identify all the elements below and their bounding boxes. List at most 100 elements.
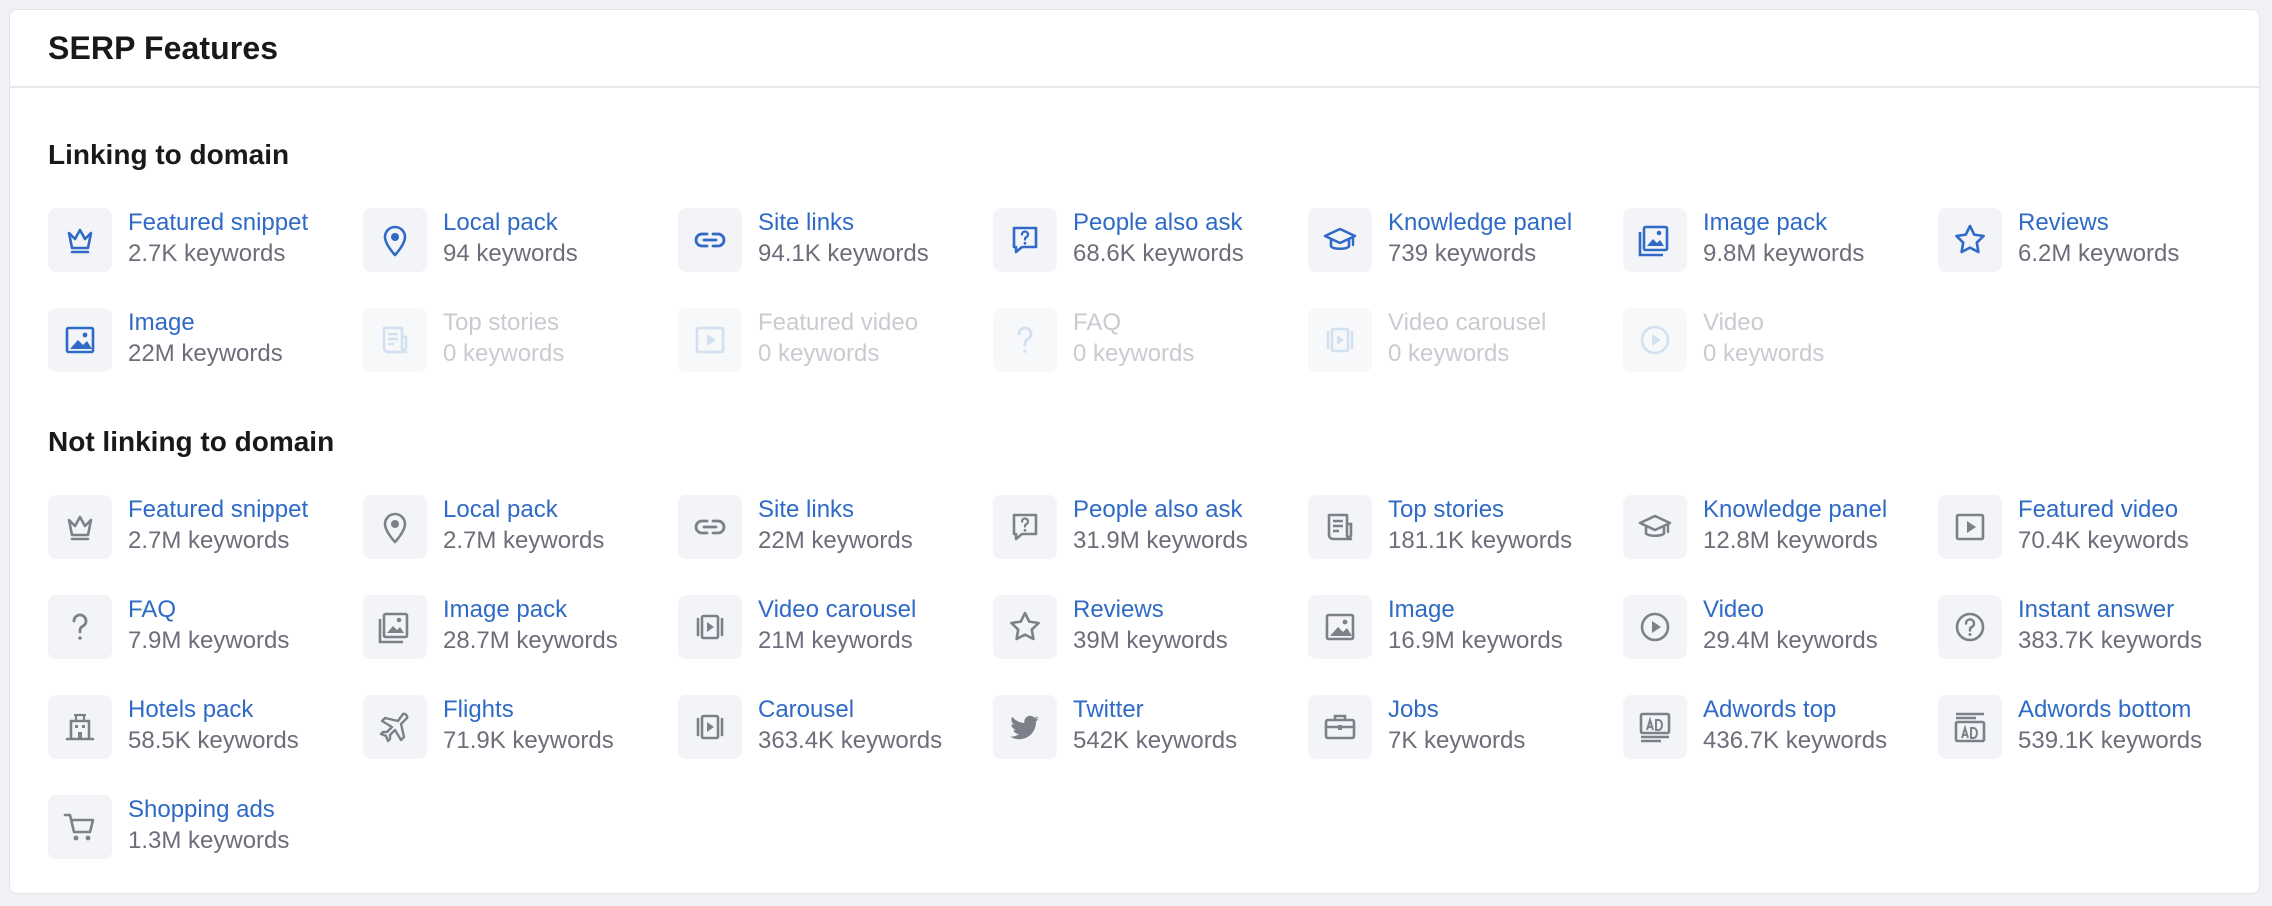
serp-feature-item[interactable]: Instant answer 383.7K keywords [1938, 595, 2253, 695]
feature-text: Video carousel 21M keywords [758, 595, 916, 657]
serp-feature-item[interactable]: Image pack 9.8M keywords [1623, 208, 1938, 308]
feature-name-link[interactable]: Featured snippet [128, 208, 308, 238]
serp-feature-item[interactable]: Carousel 363.4K keywords [678, 695, 993, 795]
feature-text: Knowledge panel 12.8M keywords [1703, 495, 1887, 557]
feature-name-link[interactable]: Adwords top [1703, 695, 1887, 725]
feature-name-link[interactable]: Site links [758, 495, 913, 525]
feature-name-link[interactable]: Featured snippet [128, 495, 308, 525]
serp-feature-item[interactable]: Twitter 542K keywords [993, 695, 1308, 795]
feature-name-link[interactable]: Video [1703, 595, 1878, 625]
feature-name-link[interactable]: Image [128, 308, 283, 338]
feature-name-link[interactable]: Image [1388, 595, 1563, 625]
serp-feature-item: Featured video 0 keywords [678, 308, 993, 408]
feature-name-link[interactable]: Instant answer [2018, 595, 2202, 625]
serp-feature-item[interactable]: Local pack 94 keywords [363, 208, 678, 308]
serp-feature-item[interactable]: Site links 94.1K keywords [678, 208, 993, 308]
feature-text: Adwords bottom 539.1K keywords [2018, 695, 2202, 757]
feature-keyword-count: 0 keywords [1703, 340, 1825, 367]
feature-name-link[interactable]: Twitter [1073, 695, 1237, 725]
news-icon [363, 308, 427, 372]
serp-feature-item[interactable]: Image 16.9M keywords [1308, 595, 1623, 695]
feature-keyword-count: 0 keywords [758, 340, 880, 367]
feature-keyword-count: 9.8M keywords [1703, 240, 1865, 267]
feature-name-link[interactable]: Local pack [443, 495, 604, 525]
feature-name-link: Video [1703, 309, 1764, 336]
feature-text: Jobs 7K keywords [1388, 695, 1525, 757]
not-linking-section: Not linking to domain Featured snippet 2.… [48, 425, 2253, 893]
feature-text: FAQ 0 keywords [1073, 308, 1194, 370]
serp-feature-item[interactable]: Adwords top 436.7K keywords [1623, 695, 1938, 795]
serp-feature-item[interactable]: People also ask 68.6K keywords [993, 208, 1308, 308]
serp-feature-item[interactable]: Reviews 6.2M keywords [1938, 208, 2253, 308]
serp-feature-item[interactable]: Featured snippet 2.7K keywords [48, 208, 363, 308]
serp-feature-item[interactable]: Featured video 70.4K keywords [1938, 495, 2253, 595]
feature-name-link[interactable]: Reviews [2018, 208, 2179, 238]
feature-text: Instant answer 383.7K keywords [2018, 595, 2202, 657]
feature-name-link[interactable]: People also ask [1073, 495, 1248, 525]
feature-text: Site links 22M keywords [758, 495, 913, 557]
feature-text: Adwords top 436.7K keywords [1703, 695, 1887, 757]
serp-feature-item[interactable]: FAQ 7.9M keywords [48, 595, 363, 695]
feature-keyword-count: 2.7K keywords [128, 240, 286, 267]
feature-name-link[interactable]: Image pack [443, 595, 618, 625]
feature-name-link[interactable]: Adwords bottom [2018, 695, 2202, 725]
feature-text: Local pack 94 keywords [443, 208, 578, 270]
serp-feature-item[interactable]: Featured snippet 2.7M keywords [48, 495, 363, 595]
star-icon [1938, 208, 2002, 272]
serp-feature-item[interactable]: Image 22M keywords [48, 308, 363, 408]
feature-text: FAQ 7.9M keywords [128, 595, 289, 657]
feature-name-link[interactable]: Flights [443, 695, 614, 725]
card-header: SERP Features [10, 10, 2259, 88]
feature-keyword-count: 1.3M keywords [128, 827, 290, 854]
features-grid: Featured snippet 2.7K keywords Local pack 9… [48, 208, 2253, 408]
feature-name-link[interactable]: FAQ [128, 595, 289, 625]
feature-keyword-count: 0 keywords [1388, 340, 1510, 367]
feature-name-link[interactable]: Knowledge panel [1388, 208, 1572, 238]
feature-keyword-count: 0 keywords [1073, 340, 1195, 367]
serp-feature-item[interactable]: Knowledge panel 12.8M keywords [1623, 495, 1938, 595]
feature-keyword-count: 6.2M keywords [2018, 240, 2180, 267]
serp-feature-item[interactable]: Adwords bottom 539.1K keywords [1938, 695, 2253, 795]
serp-feature-item[interactable]: Video 29.4M keywords [1623, 595, 1938, 695]
feature-name-link[interactable]: Featured video [2018, 495, 2189, 525]
serp-feature-item[interactable]: Hotels pack 58.5K keywords [48, 695, 363, 795]
feature-keyword-count: 12.8M keywords [1703, 527, 1878, 554]
serp-feature-item[interactable]: Flights 71.9K keywords [363, 695, 678, 795]
feature-name-link[interactable]: Shopping ads [128, 795, 289, 825]
feature-name-link[interactable]: Carousel [758, 695, 942, 725]
feature-name-link[interactable]: Hotels pack [128, 695, 299, 725]
serp-feature-item: Top stories 0 keywords [363, 308, 678, 408]
serp-feature-item[interactable]: Shopping ads 1.3M keywords [48, 795, 363, 893]
feature-name-link[interactable]: Jobs [1388, 695, 1525, 725]
feature-text: Image 16.9M keywords [1388, 595, 1563, 657]
link-icon [678, 208, 742, 272]
serp-feature-item[interactable]: Local pack 2.7M keywords [363, 495, 678, 595]
carousel-icon [678, 595, 742, 659]
feature-name-link[interactable]: Video carousel [758, 595, 916, 625]
feature-name-link[interactable]: Local pack [443, 208, 578, 238]
feature-keyword-count: 7K keywords [1388, 727, 1526, 754]
feature-name-link[interactable]: Top stories [1388, 495, 1572, 525]
serp-feature-item[interactable]: Reviews 39M keywords [993, 595, 1308, 695]
graduation-cap-icon [1308, 208, 1372, 272]
feature-keyword-count: 436.7K keywords [1703, 727, 1888, 754]
serp-feature-item[interactable]: Knowledge panel 739 keywords [1308, 208, 1623, 308]
serp-feature-item[interactable]: Jobs 7K keywords [1308, 695, 1623, 795]
feature-name-link[interactable]: Knowledge panel [1703, 495, 1887, 525]
serp-feature-item[interactable]: Site links 22M keywords [678, 495, 993, 595]
serp-feature-item[interactable]: Video carousel 21M keywords [678, 595, 993, 695]
ad-bottom-icon [1938, 695, 2002, 759]
hotel-icon [48, 695, 112, 759]
crown-icon [48, 495, 112, 559]
serp-feature-item[interactable]: Top stories 181.1K keywords [1308, 495, 1623, 595]
feature-name-link[interactable]: People also ask [1073, 208, 1244, 238]
feature-name-link[interactable]: Site links [758, 208, 929, 238]
image-pack-icon [363, 595, 427, 659]
play-circle-icon [1623, 595, 1687, 659]
serp-feature-item[interactable]: Image pack 28.7M keywords [363, 595, 678, 695]
feature-name-link[interactable]: Image pack [1703, 208, 1864, 238]
serp-feature-item[interactable]: People also ask 31.9M keywords [993, 495, 1308, 595]
airplane-icon [363, 695, 427, 759]
feature-text: Image 22M keywords [128, 308, 283, 370]
feature-name-link[interactable]: Reviews [1073, 595, 1228, 625]
